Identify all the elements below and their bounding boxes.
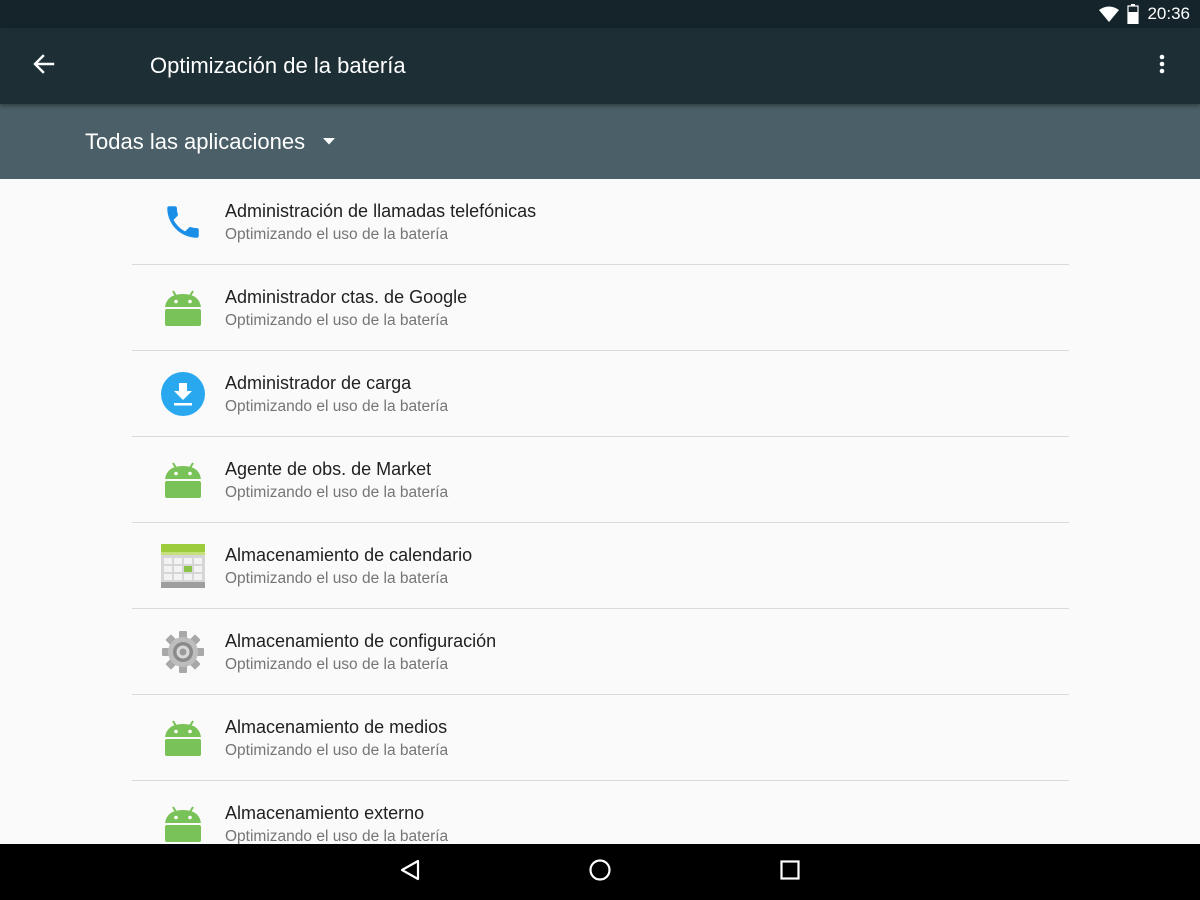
app-status: Optimizando el uso de la batería [225,398,449,415]
nav-home-icon [588,858,612,887]
android-icon [160,285,206,331]
list-item[interactable]: Almacenamiento externo Optimizando el us… [132,781,1069,844]
android-icon [160,715,206,761]
app-name: Administrador de carga [225,373,412,393]
app-list: Administración de llamadas telefónicas O… [0,179,1200,844]
app-status: Optimizando el uso de la batería [225,828,449,844]
back-button[interactable] [22,44,66,88]
app-status: Optimizando el uso de la batería [225,312,449,329]
list-item[interactable]: Administrador ctas. de Google Optimizand… [132,265,1069,351]
page-title: Optimización de la batería [150,53,406,78]
nav-recents-button[interactable] [770,852,810,892]
app-status: Optimizando el uso de la batería [225,226,449,243]
app-name: Almacenamiento de medios [225,717,448,737]
list-item[interactable]: Almacenamiento de configuración Optimiza… [132,609,1069,695]
nav-home-button[interactable] [580,852,620,892]
battery-icon [1127,4,1140,24]
app-status: Optimizando el uso de la batería [225,742,449,759]
list-item[interactable]: Agente de obs. de Market Optimizando el … [132,437,1069,523]
list-item[interactable]: Administración de llamadas telefónicas O… [132,179,1069,265]
nav-back-button[interactable] [390,852,430,892]
phone-icon [160,199,206,245]
android-icon [160,457,206,503]
app-status: Optimizando el uso de la batería [225,656,449,673]
more-vert-icon [1159,54,1165,79]
app-name: Almacenamiento de configuración [225,631,497,651]
app-name: Administrador ctas. de Google [225,287,468,307]
filter-selected-label: Todas las aplicaciones [85,128,306,154]
app-name: Almacenamiento de calendario [225,545,473,565]
status-time: 20:36 [1147,4,1190,23]
android-icon [160,801,206,844]
app-bar: Optimización de la batería [0,28,1200,104]
filter-bar: Todas las aplicaciones [0,104,1200,179]
arrow-back-icon [33,53,55,79]
app-status: Optimizando el uso de la batería [225,570,449,587]
dropdown-arrow-icon [323,138,336,145]
list-item[interactable]: Almacenamiento de calendario Optimizando… [132,523,1069,609]
download-icon [160,371,206,417]
list-item[interactable]: Administrador de carga Optimizando el us… [132,351,1069,437]
system-nav-bar [0,844,1200,900]
overflow-menu-button[interactable] [1142,46,1182,86]
list-item[interactable]: Almacenamiento de medios Optimizando el … [132,695,1069,781]
calendar-icon [160,543,206,589]
app-filter-dropdown[interactable]: Todas las aplicaciones [85,104,336,179]
nav-recents-icon [780,859,800,885]
app-status: Optimizando el uso de la batería [225,484,449,501]
nav-back-icon [399,859,421,886]
wifi-icon [1099,6,1120,22]
gear-icon [160,629,206,675]
app-name: Administración de llamadas telefónicas [225,201,537,221]
status-bar: 20:36 [0,0,1200,28]
app-name: Almacenamiento externo [225,803,425,823]
app-name: Agente de obs. de Market [225,459,432,479]
